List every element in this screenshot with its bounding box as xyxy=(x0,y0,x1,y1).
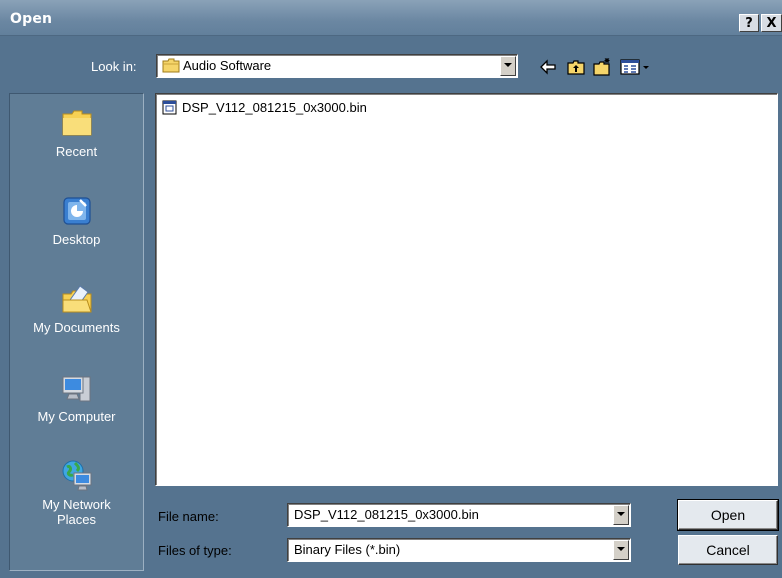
place-my-documents[interactable]: My Documents xyxy=(10,282,143,335)
back-arrow-icon[interactable] xyxy=(538,57,558,77)
cancel-button[interactable]: Cancel xyxy=(678,535,778,565)
look-in-combobox[interactable]: Audio Software xyxy=(156,54,518,78)
file-type-dropdown-arrow[interactable] xyxy=(613,540,629,560)
look-in-label: Look in: xyxy=(91,59,137,74)
file-name-input[interactable]: DSP_V112_081215_0x3000.bin xyxy=(287,503,631,527)
place-label: My Computer xyxy=(37,409,116,424)
file-name-label: File name: xyxy=(158,509,219,524)
dialog-title: Open xyxy=(10,11,53,27)
help-button[interactable]: ? xyxy=(739,14,759,32)
place-label: My Network Places xyxy=(42,497,111,527)
file-name: DSP_V112_081215_0x3000.bin xyxy=(182,100,367,115)
open-button[interactable]: Open xyxy=(677,499,779,531)
my-documents-icon xyxy=(62,285,92,313)
folder-icon xyxy=(162,58,180,73)
file-type-select[interactable]: Binary Files (*.bin) xyxy=(287,538,631,562)
recent-folder-icon xyxy=(62,110,91,136)
place-my-network-places[interactable]: My Network Places xyxy=(10,459,143,527)
look-in-dropdown-arrow[interactable] xyxy=(500,56,516,76)
file-name-dropdown-arrow[interactable] xyxy=(613,505,629,525)
file-list[interactable]: DSP_V112_081215_0x3000.bin xyxy=(155,93,778,486)
binary-file-icon xyxy=(162,100,177,115)
places-bar: Recent Desktop My Documents My Computer xyxy=(9,93,144,571)
file-name-value: DSP_V112_081215_0x3000.bin xyxy=(294,507,479,522)
place-desktop[interactable]: Desktop xyxy=(10,194,143,247)
new-folder-icon[interactable] xyxy=(592,57,612,77)
close-button[interactable]: X xyxy=(761,14,782,32)
view-menu-icon[interactable] xyxy=(620,57,652,77)
place-my-computer[interactable]: My Computer xyxy=(10,371,143,424)
place-label: Desktop xyxy=(52,232,101,247)
up-folder-icon[interactable] xyxy=(566,57,586,77)
title-bar: Open ? X xyxy=(0,0,782,36)
my-computer-icon xyxy=(62,376,90,402)
place-recent[interactable]: Recent xyxy=(10,106,143,159)
network-places-icon xyxy=(62,460,91,491)
place-label: My Documents xyxy=(33,320,120,335)
file-type-value: Binary Files (*.bin) xyxy=(294,542,401,557)
look-in-value: Audio Software xyxy=(183,58,272,73)
file-type-label: Files of type: xyxy=(158,543,232,558)
place-label: Recent xyxy=(55,144,98,159)
file-item[interactable]: DSP_V112_081215_0x3000.bin xyxy=(162,100,367,115)
desktop-icon xyxy=(62,197,91,225)
